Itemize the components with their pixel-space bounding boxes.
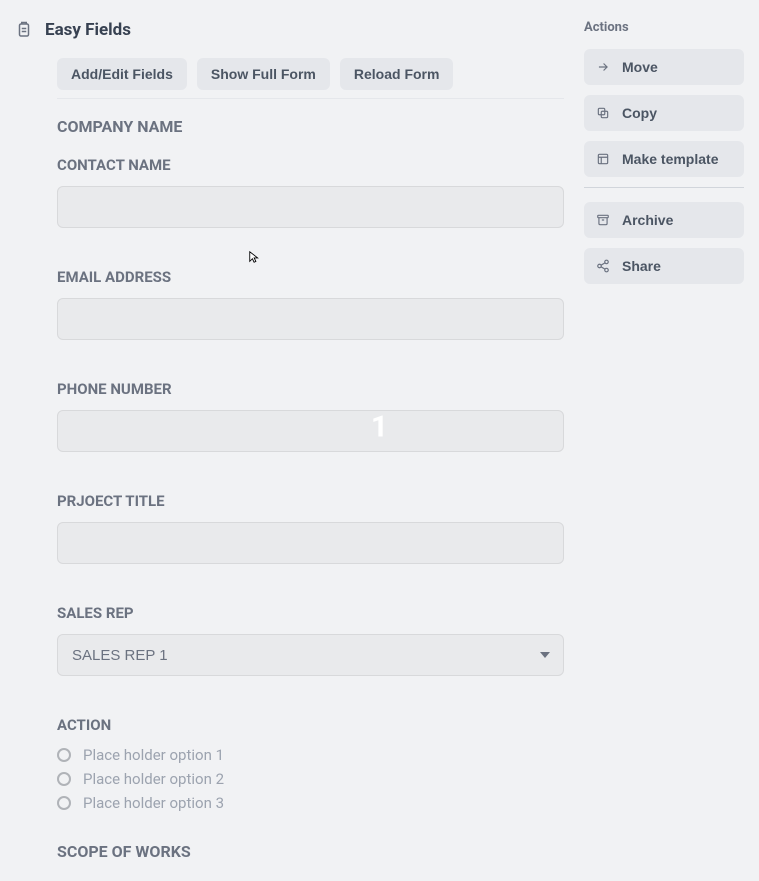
page-header: Easy Fields [15, 20, 564, 40]
copy-icon [596, 106, 610, 120]
radio-icon [57, 796, 71, 810]
move-label: Move [622, 59, 658, 75]
actions-divider [584, 187, 744, 188]
form-toolbar: Add/Edit Fields Show Full Form Reload Fo… [15, 58, 564, 90]
contact-name-input[interactable] [57, 186, 564, 228]
project-title-input[interactable] [57, 522, 564, 564]
action-option-2[interactable]: Place holder option 2 [57, 770, 564, 788]
share-button[interactable]: Share [584, 248, 744, 284]
action-radio-group: Place holder option 1 Place holder optio… [57, 746, 564, 812]
action-option-label: Place holder option 3 [83, 794, 224, 812]
page-title: Easy Fields [45, 20, 131, 40]
action-label: ACTION [57, 716, 564, 734]
arrow-right-icon [596, 60, 610, 74]
action-option-3[interactable]: Place holder option 3 [57, 794, 564, 812]
template-icon [596, 152, 610, 166]
share-icon [596, 259, 610, 273]
email-address-label: EMAIL ADDRESS [57, 268, 564, 286]
toolbar-divider [57, 98, 564, 99]
show-full-form-button[interactable]: Show Full Form [197, 58, 330, 90]
copy-label: Copy [622, 105, 657, 121]
company-name-header: COMPANY NAME [15, 117, 564, 136]
make-template-button[interactable]: Make template [584, 141, 744, 177]
clipboard-icon [15, 21, 33, 39]
phone-number-input[interactable] [57, 410, 564, 452]
radio-icon [57, 748, 71, 762]
archive-button[interactable]: Archive [584, 202, 744, 238]
project-title-label: PRJOECT TITLE [57, 492, 564, 510]
phone-number-label: PHONE NUMBER [57, 380, 564, 398]
move-button[interactable]: Move [584, 49, 744, 85]
scope-of-works-header: SCOPE OF WORKS [15, 842, 564, 861]
reload-form-button[interactable]: Reload Form [340, 58, 454, 90]
copy-button[interactable]: Copy [584, 95, 744, 131]
contact-name-label: CONTACT NAME [57, 156, 564, 174]
action-option-label: Place holder option 2 [83, 770, 224, 788]
sales-rep-select[interactable]: SALES REP 1 [57, 634, 564, 676]
sales-rep-label: SALES REP [57, 604, 564, 622]
action-option-1[interactable]: Place holder option 1 [57, 746, 564, 764]
archive-icon [596, 213, 610, 227]
radio-icon [57, 772, 71, 786]
add-edit-fields-button[interactable]: Add/Edit Fields [57, 58, 187, 90]
actions-title: Actions [584, 20, 744, 35]
make-template-label: Make template [622, 151, 718, 167]
action-option-label: Place holder option 1 [83, 746, 224, 764]
share-label: Share [622, 258, 661, 274]
actions-sidebar: Actions Move Copy Make template Archive … [564, 20, 744, 861]
email-address-input[interactable] [57, 298, 564, 340]
archive-label: Archive [622, 212, 673, 228]
